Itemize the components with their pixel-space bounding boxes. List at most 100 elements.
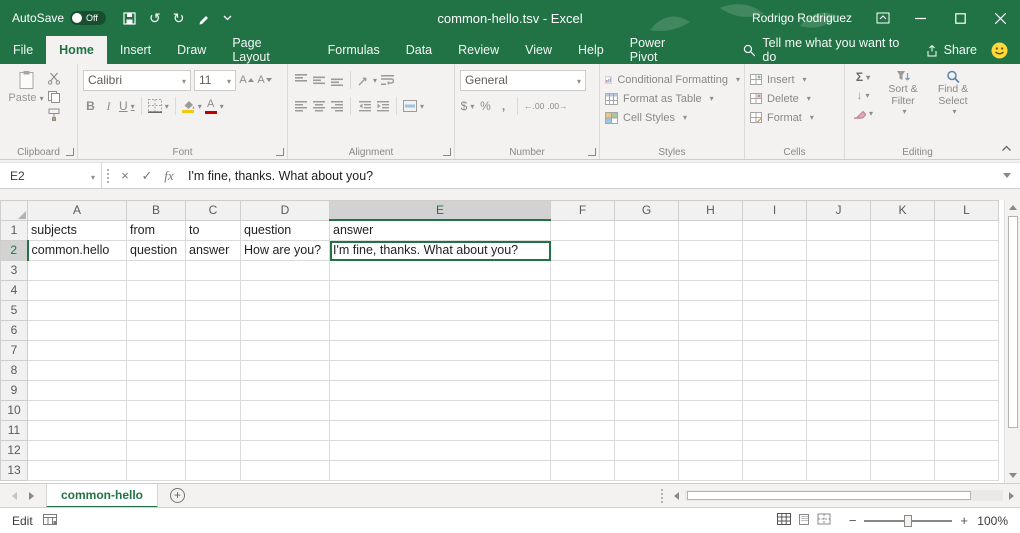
tab-home[interactable]: Home (46, 36, 107, 64)
cell-L7[interactable] (935, 341, 999, 361)
zoom-out-icon[interactable]: − (849, 513, 857, 528)
cell-D5[interactable] (241, 301, 330, 321)
tab-help[interactable]: Help (565, 36, 617, 64)
font-size-select[interactable]: 11 (194, 70, 236, 91)
cell-styles-button[interactable]: Cell Styles (605, 108, 740, 127)
cancel-icon[interactable]: × (114, 163, 136, 188)
pen-mode-icon[interactable] (197, 11, 211, 25)
column-header-H[interactable]: H (679, 201, 743, 221)
cell-K5[interactable] (871, 301, 935, 321)
autosum-icon[interactable]: Σ (850, 69, 876, 85)
row-header-1[interactable]: 1 (1, 220, 28, 241)
formula-bar-splitter[interactable] (107, 169, 109, 183)
cell-B1[interactable]: from (127, 220, 186, 241)
cell-C13[interactable] (186, 461, 241, 481)
save-icon[interactable] (122, 11, 137, 26)
cell-I3[interactable] (743, 261, 807, 281)
cell-L4[interactable] (935, 281, 999, 301)
cell-F1[interactable] (551, 220, 615, 241)
number-format-select[interactable]: General (460, 70, 586, 91)
cell-F2[interactable] (551, 241, 615, 261)
zoom-slider-thumb[interactable] (904, 515, 912, 527)
cell-E12[interactable] (330, 441, 551, 461)
cell-C5[interactable] (186, 301, 241, 321)
cell-F10[interactable] (551, 401, 615, 421)
increase-decimal-icon[interactable]: ←.00 (524, 97, 544, 115)
cell-K2[interactable] (871, 241, 935, 261)
conditional-formatting-button[interactable]: Conditional Formatting (605, 70, 740, 89)
formula-input[interactable]: I'm fine, thanks. What about you? (180, 163, 994, 188)
macro-record-icon[interactable] (43, 514, 57, 528)
clear-icon[interactable] (850, 105, 876, 121)
cell-D1[interactable]: question (241, 220, 330, 241)
tab-draw[interactable]: Draw (164, 36, 219, 64)
close-button[interactable] (980, 0, 1020, 36)
expand-formula-bar-icon[interactable] (994, 163, 1020, 188)
new-sheet-icon[interactable] (170, 488, 185, 503)
cell-E7[interactable] (330, 341, 551, 361)
cell-I7[interactable] (743, 341, 807, 361)
italic-icon[interactable]: I (101, 97, 116, 115)
cell-H4[interactable] (679, 281, 743, 301)
cell-E5[interactable] (330, 301, 551, 321)
tab-insert[interactable]: Insert (107, 36, 164, 64)
decrease-indent-icon[interactable] (357, 97, 372, 115)
cell-A9[interactable] (28, 381, 127, 401)
cell-G4[interactable] (615, 281, 679, 301)
column-header-K[interactable]: K (871, 201, 935, 221)
vscroll-thumb[interactable] (1008, 216, 1018, 428)
cell-B6[interactable] (127, 321, 186, 341)
format-painter-icon[interactable] (47, 108, 61, 121)
delete-cells-button[interactable]: Delete (750, 89, 840, 108)
alignment-dialog-launcher-icon[interactable] (443, 148, 451, 156)
cell-F11[interactable] (551, 421, 615, 441)
cell-K9[interactable] (871, 381, 935, 401)
cell-K12[interactable] (871, 441, 935, 461)
cell-H8[interactable] (679, 361, 743, 381)
cell-I8[interactable] (743, 361, 807, 381)
cell-B5[interactable] (127, 301, 186, 321)
cell-A8[interactable] (28, 361, 127, 381)
cell-E6[interactable] (330, 321, 551, 341)
select-all-corner[interactable] (1, 201, 28, 221)
column-header-D[interactable]: D (241, 201, 330, 221)
cell-B12[interactable] (127, 441, 186, 461)
cell-G9[interactable] (615, 381, 679, 401)
cell-F6[interactable] (551, 321, 615, 341)
user-name[interactable]: Rodrigo Rodriguez (752, 11, 852, 25)
row-header-3[interactable]: 3 (1, 261, 28, 281)
vscroll-up-icon[interactable] (1009, 205, 1017, 210)
cell-E10[interactable] (330, 401, 551, 421)
column-header-B[interactable]: B (127, 201, 186, 221)
cell-F13[interactable] (551, 461, 615, 481)
vertical-scrollbar[interactable] (1004, 200, 1020, 483)
cell-L1[interactable] (935, 220, 999, 241)
cell-C9[interactable] (186, 381, 241, 401)
tab-view[interactable]: View (512, 36, 565, 64)
column-header-C[interactable]: C (186, 201, 241, 221)
align-center-icon[interactable] (311, 97, 326, 115)
cell-E8[interactable] (330, 361, 551, 381)
cell-A7[interactable] (28, 341, 127, 361)
tab-power-pivot[interactable]: Power Pivot (617, 36, 709, 64)
column-header-E[interactable]: E (330, 201, 551, 221)
vscroll-down-icon[interactable] (1009, 473, 1017, 478)
cell-B11[interactable] (127, 421, 186, 441)
clipboard-dialog-launcher-icon[interactable] (66, 148, 74, 156)
cell-J11[interactable] (807, 421, 871, 441)
sort-filter-button[interactable]: Sort & Filter (880, 68, 926, 121)
cell-C3[interactable] (186, 261, 241, 281)
cell-I1[interactable] (743, 220, 807, 241)
cell-D3[interactable] (241, 261, 330, 281)
cell-B10[interactable] (127, 401, 186, 421)
cell-J2[interactable] (807, 241, 871, 261)
sheet-tab-common-hello[interactable]: common-hello (46, 484, 158, 508)
cell-E13[interactable] (330, 461, 551, 481)
cell-J1[interactable] (807, 220, 871, 241)
accounting-format-icon[interactable]: $ (460, 97, 475, 115)
cell-F9[interactable] (551, 381, 615, 401)
cell-H11[interactable] (679, 421, 743, 441)
cell-G2[interactable] (615, 241, 679, 261)
tab-review[interactable]: Review (445, 36, 512, 64)
autosave-toggle[interactable]: AutoSave Off (0, 11, 114, 25)
